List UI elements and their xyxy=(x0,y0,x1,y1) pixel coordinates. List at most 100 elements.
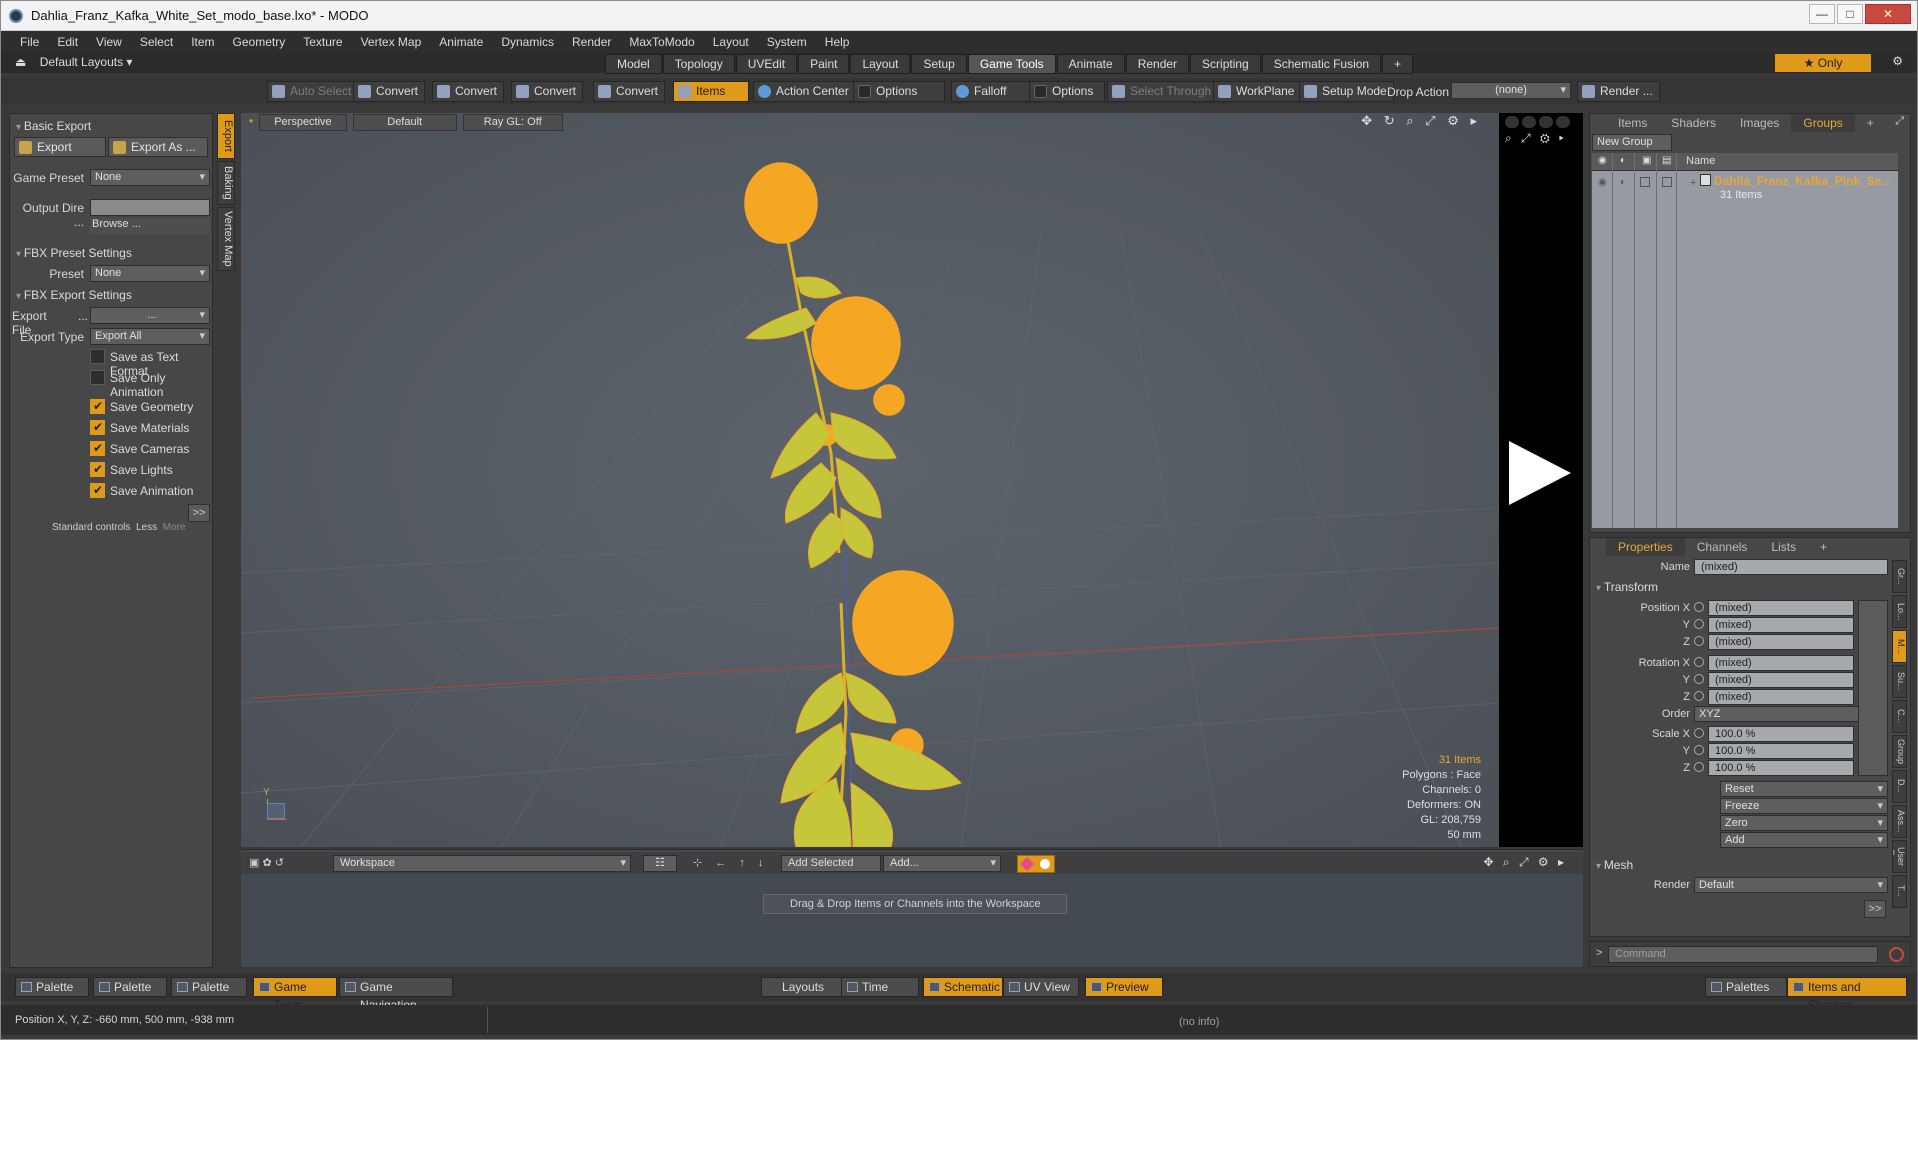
palette-button-3[interactable]: Palette xyxy=(171,977,247,997)
viewport-options-dot[interactable]: • xyxy=(249,114,253,131)
rotation-y-key-icon[interactable] xyxy=(1694,674,1704,684)
workspace-arrange-icons[interactable]: ⊹ ← ↑ ↓ xyxy=(693,856,768,869)
minimize-button[interactable]: — xyxy=(1809,4,1835,24)
side-tab-export[interactable]: Export xyxy=(217,113,235,159)
action-center-options-button[interactable]: Options xyxy=(853,81,945,102)
save-as-text-format-checkbox[interactable] xyxy=(90,349,105,364)
rotation-z-field[interactable]: (mixed) xyxy=(1708,689,1854,705)
new-group-button[interactable]: New Group xyxy=(1592,134,1672,151)
setup-mode-button[interactable]: Setup Mode xyxy=(1299,81,1394,102)
side-tab-d[interactable]: D... xyxy=(1892,770,1907,803)
scale-y-key-icon[interactable] xyxy=(1694,745,1704,755)
auto-select-button[interactable]: Auto Select xyxy=(267,81,359,102)
viewport-navigation-icons[interactable]: ✥ ↻ ⌕ ⤢ ⚙ ▸ xyxy=(1361,113,1481,129)
tab-scripting[interactable]: Scripting xyxy=(1190,54,1261,74)
items-mode-button[interactable]: Items xyxy=(673,81,749,102)
menu-vertex-map[interactable]: Vertex Map xyxy=(352,35,431,49)
menu-geometry[interactable]: Geometry xyxy=(224,35,295,49)
render-button[interactable]: Render ... xyxy=(1577,81,1660,102)
side-tab-vertex-map[interactable]: Vertex Map xyxy=(217,207,235,271)
tab-animate[interactable]: Animate xyxy=(1056,54,1125,74)
workspace-dropdown[interactable]: Workspace xyxy=(333,855,631,872)
rotation-y-field[interactable]: (mixed) xyxy=(1708,672,1854,688)
default-layouts-dropdown[interactable]: ⏏ Default Layouts ▾ xyxy=(15,55,132,69)
add-tab-button[interactable]: + xyxy=(1808,538,1839,556)
side-tab-su[interactable]: Su... xyxy=(1892,665,1907,698)
workspace-tools-icons[interactable]: ▣ ✿ ↺ xyxy=(249,856,284,869)
menu-texture[interactable]: Texture xyxy=(294,35,351,49)
game-navigation-button[interactable]: Game Navigation xyxy=(339,977,453,1012)
name-field[interactable]: (mixed) xyxy=(1694,559,1888,575)
save-geometry-checkbox[interactable] xyxy=(90,399,105,414)
side-tab-lo[interactable]: Lo... xyxy=(1892,595,1907,628)
convert-button-2[interactable]: Convert xyxy=(432,81,505,102)
save-materials-checkbox[interactable] xyxy=(90,420,105,435)
preview-button[interactable]: Preview xyxy=(1085,977,1163,997)
menu-item[interactable]: Item xyxy=(182,35,223,49)
palettes-button[interactable]: Palettes xyxy=(1705,977,1787,997)
fbx-export-settings-section[interactable]: FBX Export Settings xyxy=(16,288,132,302)
tab-lists[interactable]: Lists xyxy=(1759,538,1808,556)
perspective-view-dropdown[interactable]: Perspective xyxy=(259,114,347,131)
shading-style-dropdown[interactable]: Default xyxy=(352,114,457,131)
select-through-button[interactable]: Select Through xyxy=(1107,81,1219,102)
expand-icon[interactable]: ⤢ xyxy=(1895,115,1904,128)
position-y-field[interactable]: (mixed) xyxy=(1708,617,1854,633)
preview-icons[interactable]: ⌕ ⤢ ⚙ ▸ xyxy=(1505,131,1567,146)
menu-help[interactable]: Help xyxy=(816,35,859,49)
tab-channels[interactable]: Channels xyxy=(1685,538,1760,556)
tab-layout[interactable]: Layout xyxy=(850,54,911,74)
game-tools-button[interactable]: Game Tools xyxy=(253,977,337,1012)
convert-button-4[interactable]: Convert xyxy=(593,81,666,102)
side-tab-t[interactable]: T... xyxy=(1892,875,1907,908)
scale-x-key-icon[interactable] xyxy=(1694,728,1704,738)
side-tab-m[interactable]: M... xyxy=(1892,630,1907,663)
position-x-key-icon[interactable] xyxy=(1694,602,1704,612)
maximize-button[interactable]: □ xyxy=(1837,4,1863,24)
position-x-field[interactable]: (mixed) xyxy=(1708,600,1854,616)
record-macro-icon[interactable] xyxy=(1889,947,1904,962)
menu-select[interactable]: Select xyxy=(131,35,182,49)
menu-animate[interactable]: Animate xyxy=(430,35,492,49)
select-icon[interactable]: ▤ xyxy=(1662,155,1671,166)
less-link[interactable]: Less xyxy=(136,522,157,533)
save-cameras-checkbox[interactable] xyxy=(90,441,105,456)
zero-dropdown[interactable]: Zero xyxy=(1720,815,1888,831)
save-only-animation-checkbox[interactable] xyxy=(90,370,105,385)
add-layout-tab-button[interactable]: + xyxy=(1382,54,1414,74)
render-icon[interactable]: ◐ xyxy=(1620,177,1626,188)
browse-button[interactable]: Browse ... xyxy=(90,218,210,234)
more-options-button[interactable]: >> xyxy=(188,504,210,522)
add-selected-button[interactable]: Add Selected xyxy=(781,855,881,872)
game-preset-dropdown[interactable]: None xyxy=(90,169,210,186)
side-tab-baking[interactable]: Baking xyxy=(217,161,235,205)
command-input[interactable]: Command xyxy=(1608,946,1878,963)
schematic-button[interactable]: Schematic xyxy=(923,977,1003,997)
output-directory-field[interactable] xyxy=(90,199,210,216)
position-y-key-icon[interactable] xyxy=(1694,619,1704,629)
palette-button-1[interactable]: Palette xyxy=(15,977,89,997)
tab-uvedit[interactable]: UVEdit xyxy=(735,54,798,74)
side-tab-user-c[interactable]: User C... xyxy=(1892,840,1907,873)
tab-render[interactable]: Render xyxy=(1125,54,1190,74)
freeze-dropdown[interactable]: Freeze xyxy=(1720,798,1888,814)
layouts-button[interactable]: Layouts xyxy=(761,977,843,997)
drop-action-dropdown[interactable]: (none) xyxy=(1451,82,1571,99)
lock-checkbox[interactable] xyxy=(1640,177,1650,187)
save-lights-checkbox[interactable] xyxy=(90,462,105,477)
menu-render[interactable]: Render xyxy=(563,35,620,49)
render-icon[interactable]: ◐ xyxy=(1620,155,1626,166)
export-type-dropdown[interactable]: Export All xyxy=(90,328,210,345)
convert-button-1[interactable]: Convert xyxy=(353,81,426,102)
side-tab-ass[interactable]: Ass... xyxy=(1892,805,1907,838)
add-node-dropdown[interactable]: Add... xyxy=(883,855,1001,872)
export-button[interactable]: Export xyxy=(14,137,106,157)
scale-x-field[interactable]: 100.0 % xyxy=(1708,726,1854,742)
menu-view[interactable]: View xyxy=(87,35,131,49)
menu-edit[interactable]: Edit xyxy=(48,35,87,49)
play-icon[interactable] xyxy=(1509,441,1571,505)
rotation-x-key-icon[interactable] xyxy=(1694,657,1704,667)
export-file-dropdown[interactable]: ... xyxy=(90,307,210,324)
position-z-key-icon[interactable] xyxy=(1694,636,1704,646)
preview-panel[interactable]: ⌕ ⤢ ⚙ ▸ xyxy=(1499,113,1583,847)
